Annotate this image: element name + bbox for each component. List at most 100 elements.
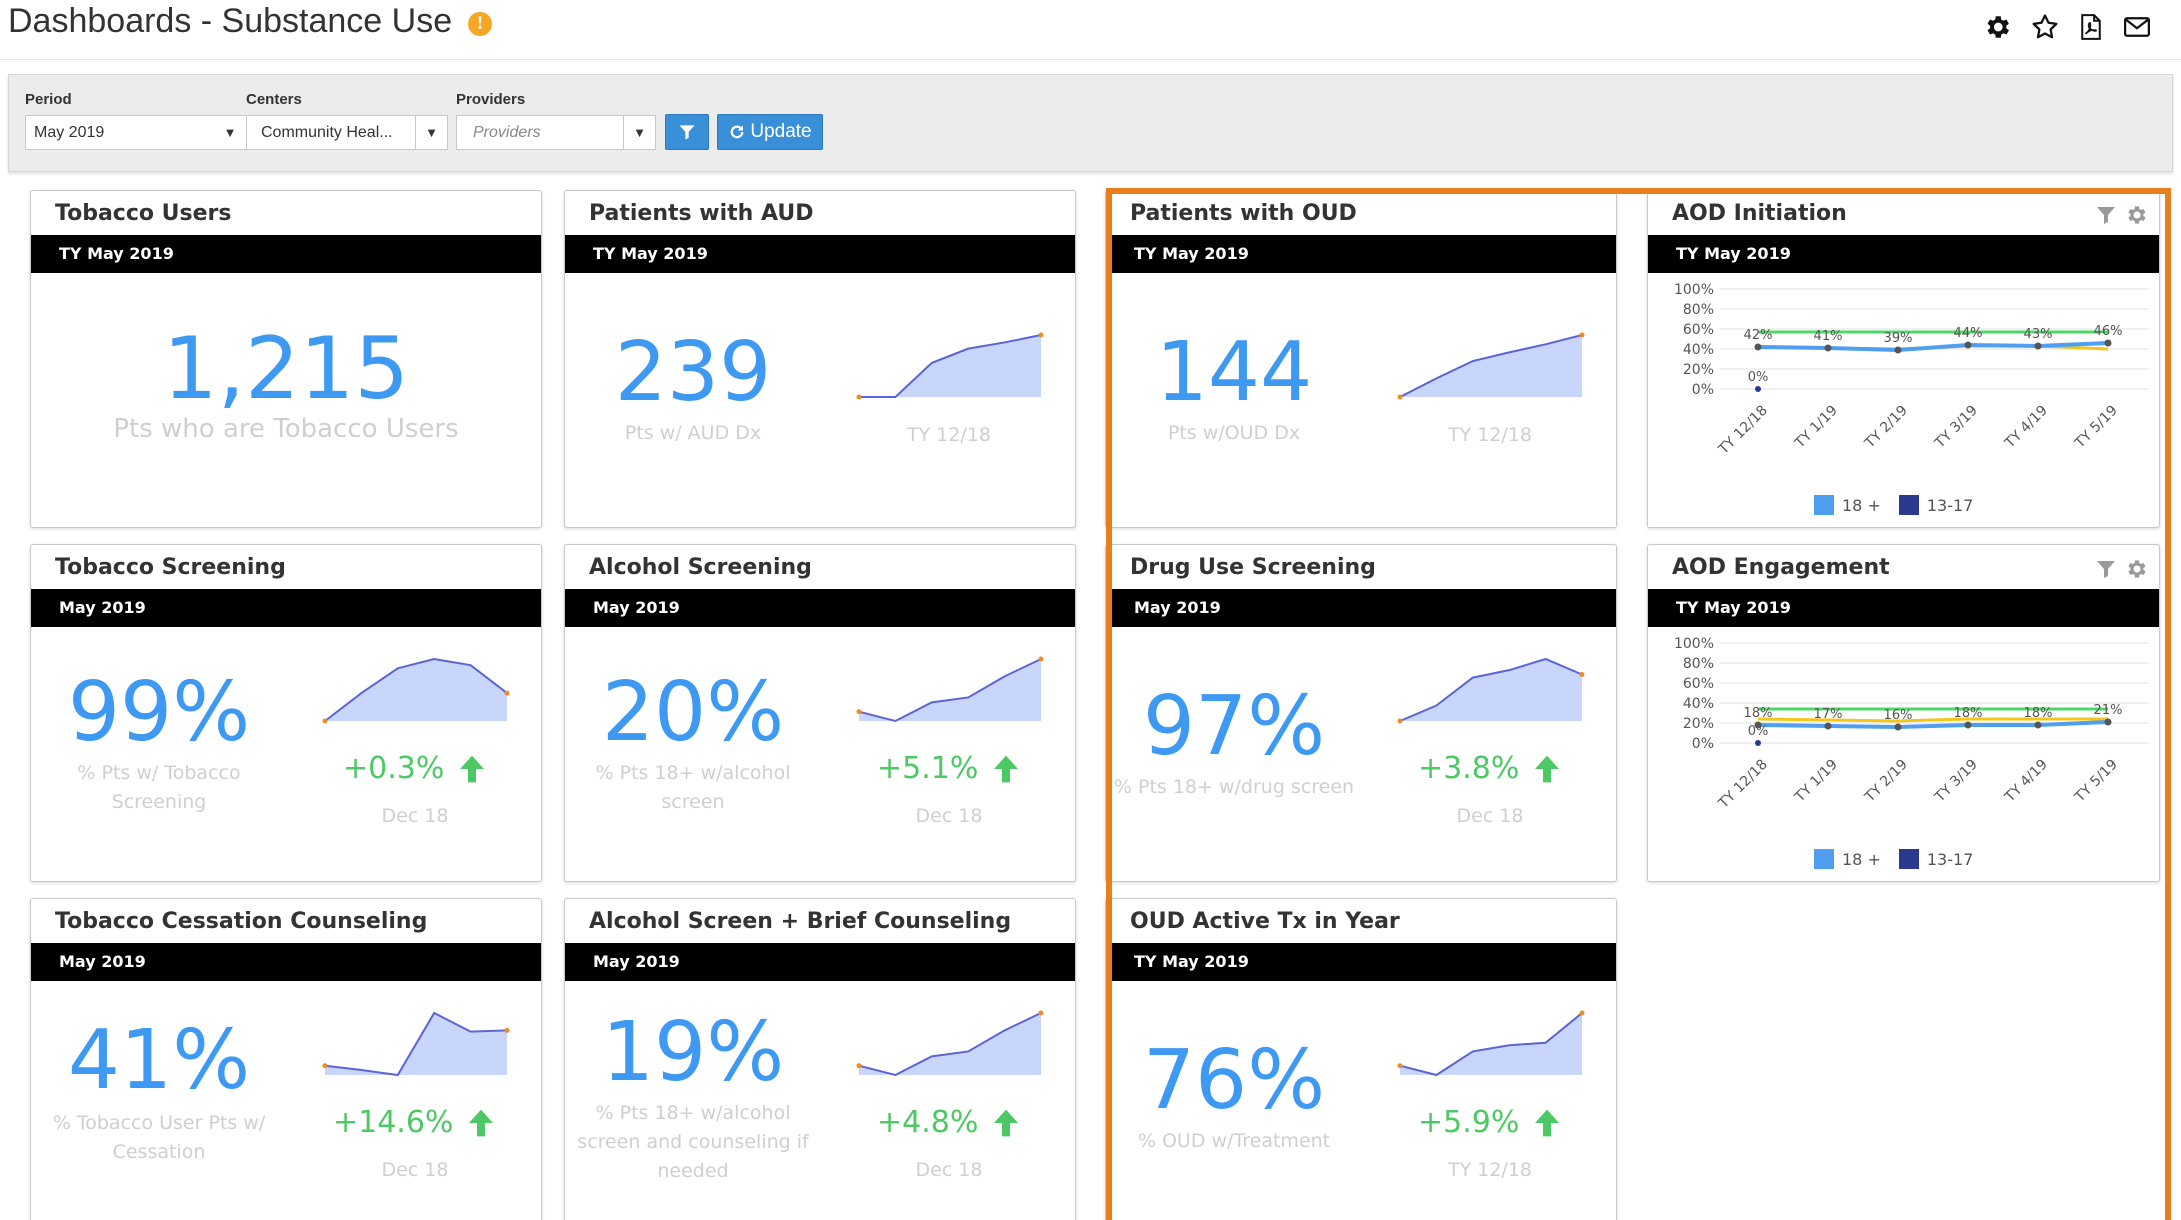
mail-icon[interactable] <box>2120 10 2154 44</box>
data-point <box>1894 723 1902 731</box>
legend-label-18-plus: 18 + <box>1842 495 1881 515</box>
tile-period-band: TY May 2019 <box>1106 943 1616 981</box>
x-tick-label: TY 5/19 <box>2071 403 2120 452</box>
sparkline-end-point <box>504 1027 510 1033</box>
tile-caption-line1: % Pts 18+ w/alcohol <box>595 762 791 784</box>
gear-icon[interactable] <box>2124 203 2148 227</box>
tile-value: 20% <box>601 665 785 760</box>
tile-period-band: TY May 2019 <box>31 235 541 273</box>
period-select[interactable]: May 2019 ▼ <box>25 115 247 150</box>
sparkline <box>1397 1010 1585 1077</box>
tile-tobacco-cessation[interactable]: Tobacco Cessation Counseling May 2019 41… <box>30 898 542 1220</box>
spark-caption: TY 12/18 <box>906 424 991 446</box>
filter-icon[interactable] <box>2094 557 2118 581</box>
data-point <box>2104 339 2112 347</box>
data-label: 43% <box>2024 327 2053 342</box>
tile-aod-initiation[interactable]: AOD Initiation TY May 2019 100% 80% 60% 40%… <box>1647 190 2160 528</box>
centers-select[interactable]: Community Heal... ▼ <box>246 115 448 150</box>
star-icon[interactable] <box>2028 10 2062 44</box>
delta-value: +14.6% <box>333 1105 454 1140</box>
tile-caption-line1: % Tobacco User Pts w/ <box>52 1112 266 1134</box>
tile-period-band: May 2019 <box>565 589 1075 627</box>
tile-oud-active-tx[interactable]: OUD Active Tx in Year TY May 2019 76% % … <box>1105 898 1617 1220</box>
tile-title: Alcohol Screening <box>589 555 812 580</box>
delta-caption: Dec 18 <box>381 1159 449 1181</box>
y-tick-label: 80% <box>1683 656 1714 672</box>
page-title: Dashboards - Substance Use <box>8 2 453 40</box>
pdf-icon[interactable] <box>2074 10 2108 44</box>
tile-tobacco-users[interactable]: Tobacco Users TY May 2019 1,215 Pts who … <box>30 190 542 528</box>
x-tick-label: TY 3/19 <box>1931 757 1980 806</box>
x-tick-label: TY 3/19 <box>1931 403 1980 452</box>
tile-alcohol-screening[interactable]: Alcohol Screening May 2019 20% % Pts 18+… <box>564 544 1076 882</box>
info-icon[interactable]: ! <box>468 12 492 36</box>
tile-aod-engagement[interactable]: AOD Engagement TY May 2019 100% 80% 60% 40%… <box>1647 544 2160 882</box>
period-label: Period <box>25 91 72 108</box>
centers-value: Community Heal... <box>261 124 393 141</box>
data-point <box>2034 342 2042 350</box>
data-label: 18% <box>2024 706 2053 721</box>
y-tick-label: 60% <box>1683 676 1714 692</box>
delta-value: +3.8% <box>1418 751 1520 786</box>
gear-icon[interactable] <box>1980 10 2014 44</box>
sparkline <box>856 332 1044 400</box>
data-label: 44% <box>1954 326 1983 341</box>
y-tick-label: 20% <box>1683 716 1714 732</box>
tile-title: Tobacco Screening <box>55 555 286 580</box>
tile-caption: Pts who are Tobacco Users <box>113 414 459 444</box>
sparkline-area <box>1400 335 1582 397</box>
chart-legend: 18 + 13-17 <box>1814 495 1973 515</box>
delta-caption: Dec 18 <box>381 805 449 827</box>
tile-period-band: May 2019 <box>31 943 541 981</box>
x-tick-label: TY 1/19 <box>1791 757 1840 806</box>
data-label: 16% <box>1884 708 1913 723</box>
filter-button[interactable] <box>665 114 709 150</box>
tile-tobacco-screening[interactable]: Tobacco Screening May 2019 99% % Pts w/ … <box>30 544 542 882</box>
tile-patients-aud[interactable]: Patients with AUD TY May 2019 239 Pts w/… <box>564 190 1076 528</box>
legend-swatch-13-17 <box>1898 849 1919 869</box>
data-point <box>1824 722 1832 730</box>
period-value: May 2019 <box>34 124 105 141</box>
data-label: 18% <box>1954 706 1983 721</box>
data-label: 18% <box>1744 706 1773 721</box>
sparkline-start-point <box>856 394 862 400</box>
tile-title: Tobacco Cessation Counseling <box>55 909 428 934</box>
tile-patients-oud[interactable]: Patients with OUD TY May 2019 144 Pts w/… <box>1105 190 1617 528</box>
tile-caption: Pts w/ AUD Dx <box>624 422 762 444</box>
tile-value: 1,215 <box>162 319 410 419</box>
y-tick-label: 60% <box>1683 322 1714 338</box>
chevron-down-icon: ▼ <box>623 116 655 149</box>
sparkline <box>1397 657 1585 724</box>
filter-icon[interactable] <box>2094 203 2118 227</box>
sparkline-area <box>1400 1013 1582 1075</box>
spark-caption: TY 12/18 <box>1447 424 1532 446</box>
providers-select[interactable]: Providers ▼ <box>456 115 656 150</box>
centers-label: Centers <box>246 91 302 108</box>
arrow-up-icon <box>469 1109 494 1136</box>
sparkline-area <box>859 659 1041 721</box>
delta-value: +5.9% <box>1418 1105 1520 1140</box>
delta-value: +0.3% <box>343 751 445 786</box>
tile-brief-counseling[interactable]: Alcohol Screen + Brief Counseling May 20… <box>564 898 1076 1220</box>
tile-value: 41% <box>67 1013 251 1108</box>
tile-drug-use-screening[interactable]: Drug Use Screening May 2019 97% % Pts 18… <box>1105 544 1617 882</box>
data-label: 42% <box>1744 328 1773 343</box>
update-button[interactable]: Update <box>717 114 823 150</box>
x-tick-label: TY 12/18 <box>1715 403 1771 459</box>
tile-caption-line2: Screening <box>111 791 207 813</box>
arrow-up-icon <box>460 755 485 782</box>
refresh-icon <box>730 125 744 139</box>
sparkline-start-point <box>856 709 862 715</box>
gear-icon[interactable] <box>2124 557 2148 581</box>
sparkline-area <box>1400 659 1582 721</box>
tile-caption: % Pts 18+ w/drug screen <box>1113 776 1355 798</box>
sparkline-start-point <box>1397 1063 1403 1069</box>
data-label: 46% <box>2094 324 2123 339</box>
tile-caption-line3: needed <box>657 1160 729 1182</box>
delta-indicator: +5.9% <box>1418 1105 1563 1140</box>
filter-bar: Period May 2019 ▼ Centers Community Heal… <box>8 74 2173 172</box>
data-point <box>2034 721 2042 729</box>
tile-title: Alcohol Screen + Brief Counseling <box>589 909 1012 934</box>
delta-indicator: +14.6% <box>333 1105 497 1140</box>
sparkline-end-point <box>1038 332 1044 338</box>
